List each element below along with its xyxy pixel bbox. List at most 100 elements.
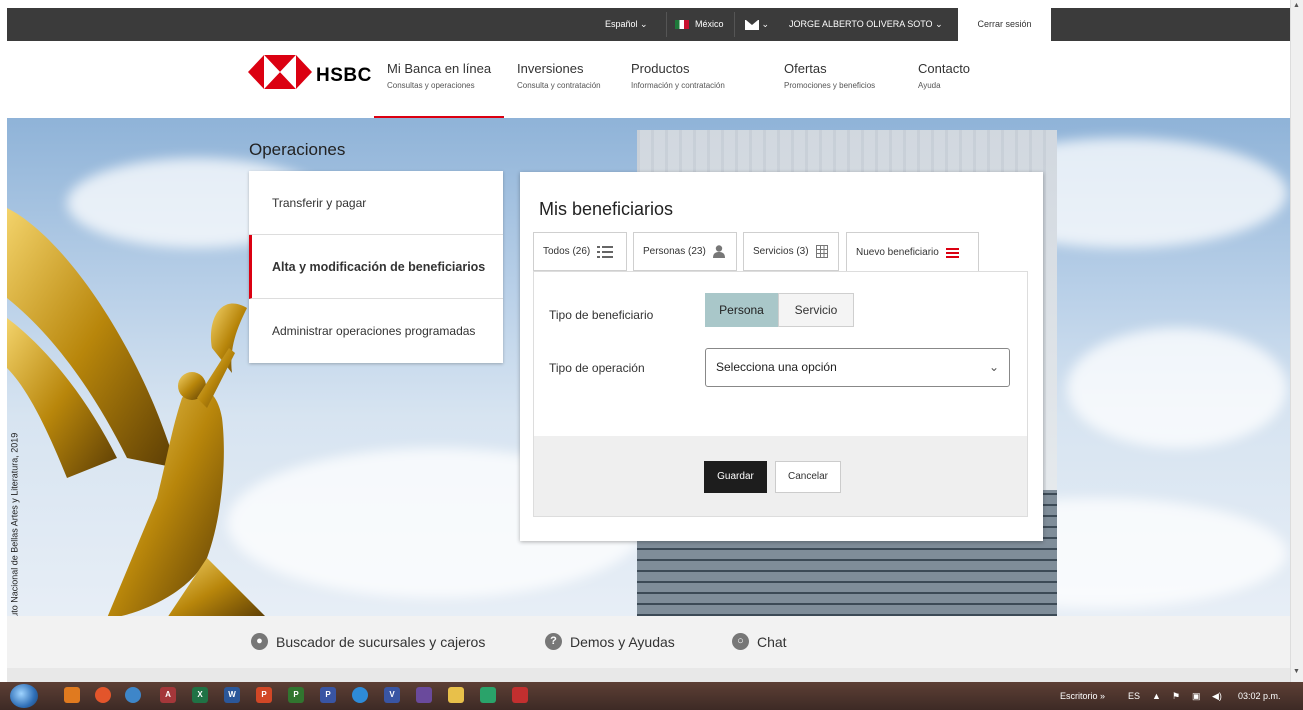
desktop-label: Escritorio <box>1060 691 1098 701</box>
user-menu[interactable]: JORGE ALBERTO OLIVERA SOTO ⌄ <box>789 8 943 41</box>
nav-title: Inversiones <box>517 61 584 76</box>
operation-type-select[interactable]: Selecciona una opción ⌄ <box>705 348 1010 387</box>
menu-item-transferir[interactable]: Transferir y pagar <box>249 171 503 235</box>
language-label: Español <box>605 19 638 29</box>
tab-todos[interactable]: Todos (26) <box>533 232 627 271</box>
envelope-icon <box>745 19 759 30</box>
pdf-icon[interactable] <box>512 687 528 703</box>
credit-text: Autorizada por el Instituto Nacional de … <box>9 432 20 616</box>
language-indicator[interactable]: ES <box>1128 682 1140 710</box>
beneficiary-type-label: Tipo de beneficiario <box>549 308 654 322</box>
scroll-up-icon[interactable]: ▲ <box>1293 2 1300 9</box>
person-icon <box>712 245 725 258</box>
visio-icon[interactable]: V <box>384 687 400 703</box>
nav-inversiones[interactable]: Inversiones Consulta y contratación <box>517 61 601 90</box>
scroll-down-icon[interactable]: ▼ <box>1293 668 1300 675</box>
start-button[interactable] <box>10 684 38 708</box>
project-icon[interactable]: P <box>288 687 304 703</box>
page-title: Operaciones <box>249 140 346 159</box>
browser-icon[interactable] <box>352 687 368 703</box>
excel-icon[interactable]: X <box>192 687 208 703</box>
nav-title: Contacto <box>918 61 971 76</box>
segment-servicio[interactable]: Servicio <box>778 293 854 327</box>
tray-expand-icon[interactable]: ▲ <box>1152 682 1161 710</box>
panel-title: Mis beneficiarios <box>539 199 674 219</box>
nav-title: Productos <box>631 61 690 76</box>
angel-statue-image <box>7 208 265 616</box>
nav-title: Mi Banca en línea <box>387 61 492 76</box>
chevron-down-icon: ⌄ <box>640 19 648 29</box>
nav-productos[interactable]: Productos Información y contratación <box>631 61 725 90</box>
media-icon[interactable] <box>416 687 432 703</box>
nav-subtitle: Promociones y beneficios <box>784 81 876 90</box>
question-icon: ? <box>545 633 562 650</box>
beneficiaries-panel: Mis beneficiarios Todos (26) Personas (2… <box>520 172 1043 541</box>
menu-item-label: Transferir y pagar <box>272 195 367 210</box>
logout-button[interactable]: Cerrar sesión <box>958 8 1051 41</box>
services-bar: ● Buscador de sucursales y cajeros ? Dem… <box>7 616 1290 668</box>
link-label: Chat <box>757 633 787 650</box>
desktop-toolbar[interactable]: Escritorio » <box>1060 682 1105 710</box>
tab-servicios[interactable]: Servicios (3) <box>743 232 839 271</box>
location-pin-icon: ● <box>251 633 268 650</box>
tab-label: Nuevo beneficiario <box>856 247 939 258</box>
nav-subtitle: Información y contratación <box>631 81 725 90</box>
link-label: Demos y Ayudas <box>570 633 675 650</box>
link-label: Buscador de sucursales y cajeros <box>276 633 486 650</box>
utility-bar: Español ⌄ México ⌄ JORGE ALBERTO OLIVERA… <box>7 8 1290 41</box>
powerpoint-icon[interactable]: P <box>256 687 272 703</box>
chat-bubble-icon: ○ <box>732 633 749 650</box>
network-icon[interactable]: ▣ <box>1192 682 1201 710</box>
page-bottom-edge <box>7 668 1290 682</box>
form-actions: Guardar Cancelar <box>534 436 1027 516</box>
vertical-scrollbar[interactable]: ▲ ▼ <box>1290 0 1303 682</box>
volume-icon[interactable]: ◀) <box>1212 682 1222 710</box>
browser-icon[interactable] <box>95 687 111 703</box>
language-selector[interactable]: Español ⌄ <box>605 8 648 41</box>
app-icon[interactable] <box>480 687 496 703</box>
chevron-down-icon: ⌄ <box>761 19 770 29</box>
menu-item-label: Administrar operaciones programadas <box>272 324 476 338</box>
tab-personas[interactable]: Personas (23) <box>633 232 737 271</box>
nav-subtitle: Consultas y operaciones <box>387 81 475 90</box>
folder-icon[interactable] <box>448 687 464 703</box>
country-selector[interactable]: México <box>675 8 724 41</box>
hsbc-logo[interactable]: HSBC <box>248 55 378 95</box>
app-icon[interactable] <box>64 687 80 703</box>
word-icon[interactable]: W <box>224 687 240 703</box>
clock[interactable]: 03:02 p.m. <box>1238 682 1281 710</box>
tab-nuevo-beneficiario[interactable]: Nuevo beneficiario <box>846 232 979 273</box>
brand-name: HSBC <box>316 65 372 86</box>
menu-item-operaciones-programadas[interactable]: Administrar operaciones programadas <box>249 299 503 363</box>
segment-persona[interactable]: Persona <box>705 293 778 327</box>
cancel-button[interactable]: Cancelar <box>775 461 841 493</box>
windows-taskbar: A X W P P P V Escritorio » ES ▲ ⚑ ▣ ◀) 0… <box>0 682 1303 710</box>
tab-label: Personas (23) <box>643 246 706 257</box>
main-header: HSBC Mi Banca en línea Consultas y opera… <box>7 41 1290 120</box>
nav-mi-banca[interactable]: Mi Banca en línea Consultas y operacione… <box>373 61 505 120</box>
country-label: México <box>695 19 724 29</box>
building-icon <box>815 245 828 258</box>
menu-lines-icon <box>945 247 959 258</box>
access-icon[interactable]: A <box>160 687 176 703</box>
menu-item-alta-beneficiarios[interactable]: Alta y modificación de beneficiarios <box>249 235 503 299</box>
nav-contacto[interactable]: Contacto Ayuda <box>918 61 970 90</box>
user-name: JORGE ALBERTO OLIVERA SOTO <box>789 19 933 29</box>
chevron-down-icon: ⌄ <box>935 19 943 29</box>
nav-title: Ofertas <box>784 61 827 76</box>
messages-button[interactable]: ⌄ <box>745 8 769 41</box>
image-credit: Autorizada por el Instituto Nacional de … <box>7 400 21 616</box>
tab-label: Servicios (3) <box>753 246 809 257</box>
publisher-icon[interactable]: P <box>320 687 336 703</box>
menu-item-label: Alta y modificación de beneficiarios <box>272 259 486 274</box>
browser-icon[interactable] <box>125 687 141 703</box>
save-button[interactable]: Guardar <box>704 461 767 493</box>
branch-locator-link[interactable]: ● Buscador de sucursales y cajeros <box>251 633 485 650</box>
action-center-flag-icon[interactable]: ⚑ <box>1172 682 1180 710</box>
tab-label: Todos (26) <box>543 246 591 257</box>
list-icon <box>597 245 614 258</box>
operations-menu: Transferir y pagar Alta y modificación d… <box>249 171 503 363</box>
demos-help-link[interactable]: ? Demos y Ayudas <box>545 633 675 650</box>
nav-ofertas[interactable]: Ofertas Promociones y beneficios <box>784 61 875 90</box>
chat-link[interactable]: ○ Chat <box>732 633 787 650</box>
